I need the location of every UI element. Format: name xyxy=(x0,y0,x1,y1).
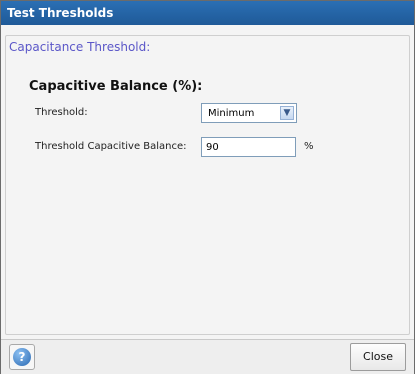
threshold-selected-value: Minimum xyxy=(208,108,255,119)
group-legend: Capacitance Threshold: xyxy=(6,40,154,54)
section-title: Capacitive Balance (%): xyxy=(29,79,203,94)
window-title: Test Thresholds xyxy=(1,1,414,25)
dialog-window: Test Thresholds Capacitance Threshold: C… xyxy=(0,0,415,374)
close-button[interactable]: Close xyxy=(350,343,406,371)
help-button[interactable]: ? xyxy=(9,344,35,370)
threshold-capacitive-balance-input[interactable]: 90 xyxy=(201,137,296,157)
help-icon: ? xyxy=(13,348,31,366)
threshold-label: Threshold: xyxy=(35,107,88,118)
percent-unit: % xyxy=(304,141,314,152)
threshold-select[interactable]: Minimum ▼ xyxy=(201,103,297,123)
balance-label: Threshold Capacitive Balance: xyxy=(35,141,187,152)
chevron-down-icon[interactable]: ▼ xyxy=(280,106,294,120)
